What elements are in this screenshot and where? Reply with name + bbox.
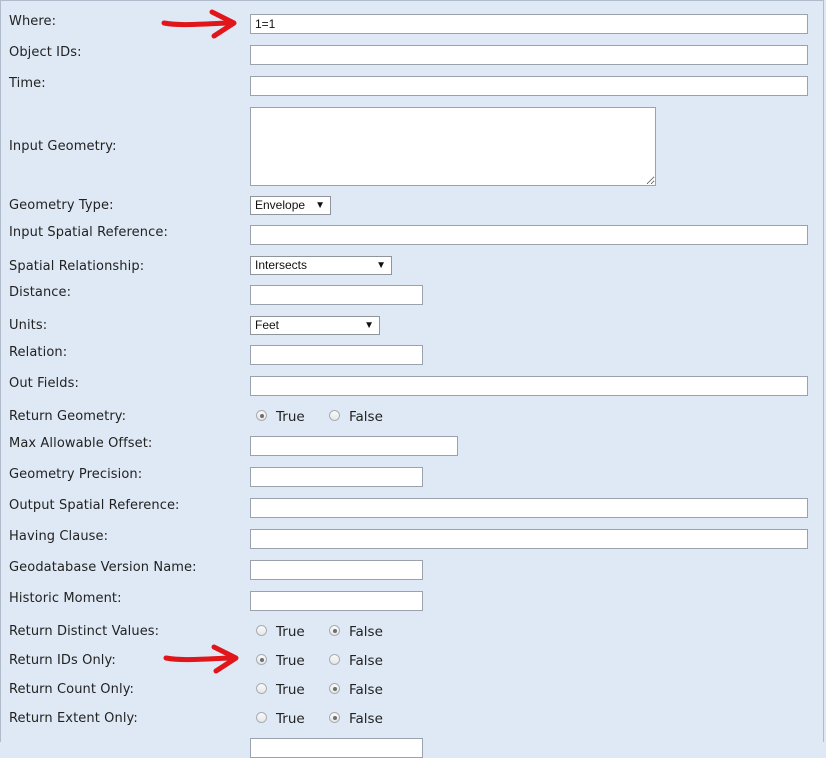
- false-label: False: [349, 624, 383, 640]
- spatial-relationship-select[interactable]: Intersects ▼: [250, 256, 392, 275]
- having-clause-input[interactable]: [250, 529, 808, 549]
- return-count-only-label: Return Count Only:: [9, 682, 135, 697]
- red-arrow-annotation-return-ids: [163, 644, 239, 674]
- geometry-type-select[interactable]: Envelope ▼: [250, 196, 331, 215]
- dropdown-arrow-icon: ▼: [364, 320, 374, 331]
- max-allowable-offset-input[interactable]: [250, 436, 458, 456]
- dropdown-arrow-icon: ▼: [376, 260, 386, 271]
- geodatabase-version-name-input[interactable]: [250, 560, 423, 580]
- return-distinct-values-label: Return Distinct Values:: [9, 624, 160, 639]
- cut-off-input[interactable]: [250, 738, 423, 758]
- false-label: False: [349, 682, 383, 698]
- input-spatial-reference-label: Input Spatial Reference:: [9, 225, 168, 240]
- units-label: Units:: [9, 318, 48, 333]
- geometry-type-value: Envelope: [255, 198, 306, 212]
- radio-button[interactable]: [256, 683, 267, 694]
- false-label: False: [349, 653, 383, 669]
- out-fields-input[interactable]: [250, 376, 808, 396]
- spatial-relationship-value: Intersects: [255, 258, 308, 272]
- distance-input[interactable]: [250, 285, 423, 305]
- historic-moment-input[interactable]: [250, 591, 423, 611]
- spatial-relationship-label: Spatial Relationship:: [9, 259, 145, 274]
- radio-button[interactable]: [329, 410, 340, 421]
- output-spatial-reference-label: Output Spatial Reference:: [9, 498, 180, 513]
- relation-label: Relation:: [9, 345, 68, 360]
- radio-button-selected[interactable]: [329, 712, 340, 723]
- true-label: True: [276, 711, 305, 727]
- radio-button[interactable]: [329, 654, 340, 665]
- units-select[interactable]: Feet ▼: [250, 316, 380, 335]
- radio-button[interactable]: [256, 712, 267, 723]
- having-clause-label: Having Clause:: [9, 529, 109, 544]
- radio-button-selected[interactable]: [256, 410, 267, 421]
- historic-moment-label: Historic Moment:: [9, 591, 122, 606]
- geometry-precision-input[interactable]: [250, 467, 423, 487]
- input-spatial-reference-input[interactable]: [250, 225, 808, 245]
- true-label: True: [276, 682, 305, 698]
- true-label: True: [276, 409, 305, 425]
- where-input[interactable]: [250, 14, 808, 34]
- out-fields-label: Out Fields:: [9, 376, 79, 391]
- return-ids-only-label: Return IDs Only:: [9, 653, 116, 668]
- dropdown-arrow-icon: ▼: [315, 200, 325, 211]
- units-value: Feet: [255, 318, 280, 332]
- radio-button[interactable]: [256, 625, 267, 636]
- true-label: True: [276, 653, 305, 669]
- red-arrow-annotation-where: [161, 9, 237, 39]
- geometry-precision-label: Geometry Precision:: [9, 467, 143, 482]
- relation-input[interactable]: [250, 345, 423, 365]
- where-label: Where:: [9, 14, 57, 29]
- return-geometry-label: Return Geometry:: [9, 409, 127, 424]
- input-geometry-textarea[interactable]: [250, 107, 656, 186]
- time-input[interactable]: [250, 76, 808, 96]
- time-label: Time:: [9, 76, 46, 91]
- geodatabase-version-name-label: Geodatabase Version Name:: [9, 560, 197, 575]
- radio-button-selected[interactable]: [329, 683, 340, 694]
- false-label: False: [349, 711, 383, 727]
- distance-label: Distance:: [9, 285, 72, 300]
- geometry-type-label: Geometry Type:: [9, 198, 114, 213]
- output-spatial-reference-input[interactable]: [250, 498, 808, 518]
- return-extent-only-label: Return Extent Only:: [9, 711, 138, 726]
- radio-button-selected[interactable]: [329, 625, 340, 636]
- object-ids-input[interactable]: [250, 45, 808, 65]
- object-ids-label: Object IDs:: [9, 45, 82, 60]
- max-allowable-offset-label: Max Allowable Offset:: [9, 436, 153, 451]
- input-geometry-label: Input Geometry:: [9, 139, 117, 154]
- true-label: True: [276, 624, 305, 640]
- false-label: False: [349, 409, 383, 425]
- radio-button-selected[interactable]: [256, 654, 267, 665]
